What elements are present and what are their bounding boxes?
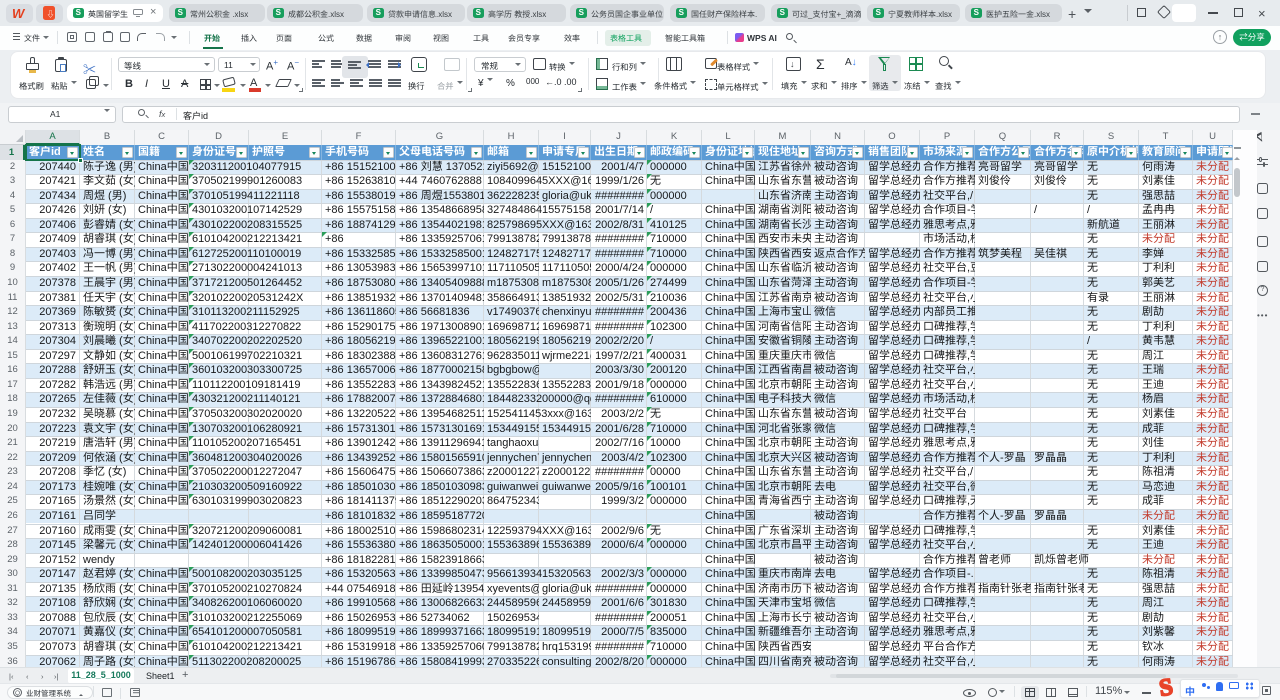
svg-text:S: S [1158, 674, 1175, 700]
